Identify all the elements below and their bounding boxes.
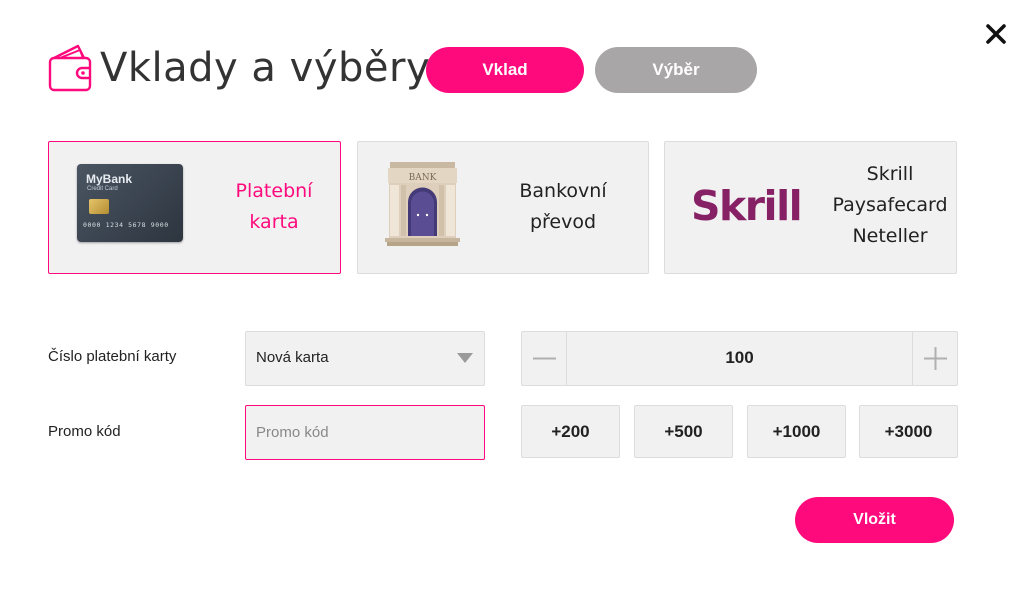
- quick-amount-button[interactable]: +500: [634, 405, 733, 458]
- bank-sign: BANK: [409, 173, 437, 183]
- card-select[interactable]: Nová karta: [245, 331, 485, 386]
- promo-code-label: Promo kód: [48, 423, 121, 440]
- quick-amount-button[interactable]: +200: [521, 405, 620, 458]
- minus-icon: [533, 357, 556, 360]
- skrill-logo: Skrill: [691, 182, 803, 230]
- tab-deposit[interactable]: Vklad: [426, 47, 584, 93]
- payment-method-card[interactable]: MyBank Credit Card 0000 1234 5678 9000 P…: [48, 141, 341, 274]
- increase-amount-button[interactable]: [912, 332, 957, 385]
- payment-method-label: Skrill Paysafecard Neteller: [832, 163, 948, 247]
- payment-method-label: Bankovní převod: [519, 180, 607, 233]
- payment-method-label: Platební karta: [235, 180, 313, 233]
- card-number-label: Číslo platební karty: [48, 348, 177, 365]
- card-number: 0000 1234 5678 9000: [83, 221, 169, 229]
- amount-value[interactable]: 100: [568, 348, 911, 368]
- chevron-down-icon: [457, 353, 473, 363]
- card-select-value: Nová karta: [256, 349, 329, 366]
- close-button[interactable]: [984, 22, 1008, 46]
- card-chip: [89, 199, 109, 214]
- promo-code-input[interactable]: [245, 405, 485, 460]
- quick-amount-button[interactable]: +3000: [859, 405, 958, 458]
- close-icon: [986, 24, 1006, 44]
- decrease-amount-button[interactable]: [522, 332, 567, 385]
- plus-icon: [924, 347, 947, 370]
- card-bank-name: MyBank: [86, 172, 133, 186]
- page-title: Vklady a výběry: [100, 45, 431, 91]
- payment-method-ewallet[interactable]: Skrill Skrill Paysafecard Neteller: [664, 141, 957, 274]
- page-header: Vklady a výběry: [48, 40, 430, 96]
- deposit-submit-button[interactable]: Vložit: [795, 497, 954, 543]
- credit-card-image: MyBank Credit Card 0000 1234 5678 9000: [77, 164, 183, 242]
- amount-stepper: 100: [521, 331, 958, 386]
- wallet-icon: [48, 44, 92, 92]
- tab-withdraw[interactable]: Výběr: [595, 47, 757, 93]
- bank-building-icon: BANK: [385, 162, 460, 246]
- card-subtitle: Credit Card: [87, 186, 118, 192]
- quick-amount-button[interactable]: +1000: [747, 405, 846, 458]
- payment-method-bank-transfer[interactable]: BANK Bankovní převod: [357, 141, 649, 274]
